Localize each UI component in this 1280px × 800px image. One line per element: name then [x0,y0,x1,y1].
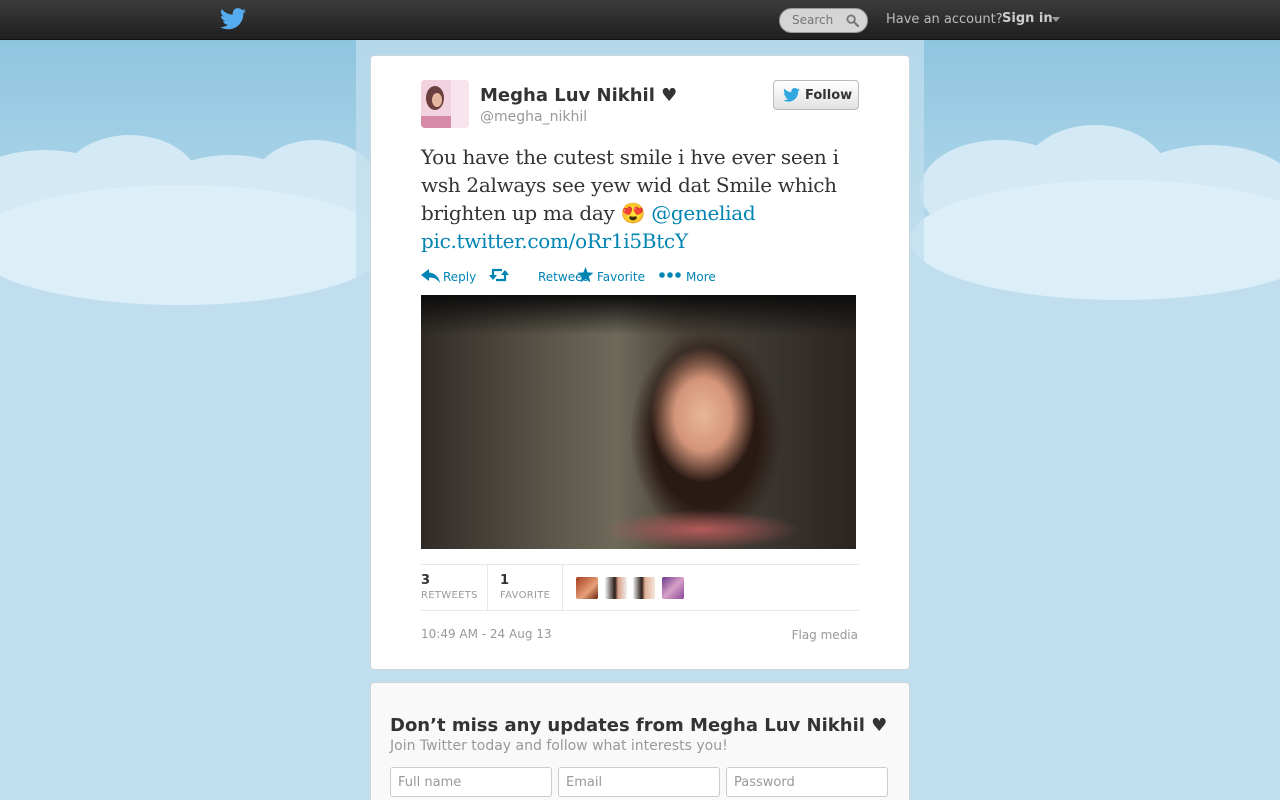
avatar[interactable] [662,577,684,599]
more-label: More [686,270,716,284]
favorite-label: Favorite [597,270,645,284]
tweet-text-line: wsh 2always see yew wid dat Smile which [421,173,837,197]
search-input[interactable] [792,9,848,32]
mention-link[interactable]: @geneliad [651,201,755,225]
email-field[interactable] [558,767,720,797]
twitter-bird-icon [783,88,800,102]
tweet-text-line: brighten up ma day 😍 @geneliad [421,199,861,227]
tweet-text-line: pic.twitter.com/oRr1i5BtcY [421,227,861,255]
retweets-stat[interactable]: 3 RETWEETS [421,565,488,610]
avatar[interactable] [605,577,627,599]
tweet-text-line: You have the cutest smile i hve ever see… [421,145,839,169]
search-icon[interactable] [846,14,859,27]
tweet-card: Megha Luv Nikhil ♥ @megha_nikhil Follow … [370,55,910,670]
avatar[interactable] [633,577,655,599]
more-dots-icon [659,272,681,278]
reply-label: Reply [443,270,477,284]
signup-card: Don’t miss any updates from Megha Luv Ni… [370,682,910,800]
follow-button[interactable]: Follow [773,80,859,110]
favorites-stat[interactable]: 1 FAVORITE [488,565,563,610]
password-field[interactable] [726,767,888,797]
avatar[interactable] [421,80,469,128]
favorites-label: FAVORITE [500,590,551,601]
search-box[interactable] [779,8,868,33]
retweets-count: 3 [421,573,431,588]
tweet-timestamp[interactable]: 10:49 AM - 24 Aug 13 [421,627,552,641]
top-navigation-bar: Have an account? Sign in [0,0,1280,40]
user-screen-name[interactable]: @megha_nikhil [480,109,587,125]
tweet-media-photo[interactable] [421,295,856,549]
avatar[interactable] [576,577,598,599]
full-name-field[interactable] [390,767,552,797]
flag-media-link[interactable]: Flag media [792,628,858,642]
tweet-text-segment: brighten up ma day 😍 [421,201,646,225]
pic-link[interactable]: pic.twitter.com/oRr1i5BtcY [421,229,688,253]
reply-icon [421,269,440,283]
star-icon [577,267,594,283]
tweet-stats: 3 RETWEETS 1 FAVORITE [421,564,859,611]
signup-heading: Don’t miss any updates from Megha Luv Ni… [390,715,888,736]
tweet-text: You have the cutest smile i hve ever see… [421,143,861,255]
signup-subheading: Join Twitter today and follow what inter… [390,738,728,754]
twitter-bird-icon[interactable] [220,8,246,30]
retweets-label: RETWEETS [421,590,478,601]
retweet-icon [489,268,509,282]
follow-button-label: Follow [805,88,853,103]
sign-in-link[interactable]: Sign in [1002,11,1053,26]
have-account-text: Have an account? [886,12,1003,27]
favorites-count: 1 [500,573,510,588]
caret-down-icon[interactable] [1052,17,1060,22]
user-fullname[interactable]: Megha Luv Nikhil ♥ [480,85,677,106]
